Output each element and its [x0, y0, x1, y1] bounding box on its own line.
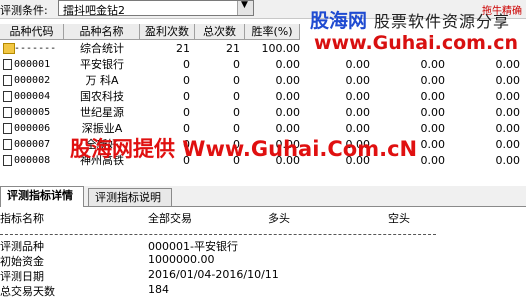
detail-label: 评测品种	[0, 240, 44, 253]
cell-name: 万 科A	[85, 74, 119, 87]
cell-total: 0	[233, 58, 240, 71]
cell-rate: 0.00	[275, 90, 301, 103]
cell-code: 000002	[14, 75, 51, 86]
cell-code: -------	[14, 43, 57, 54]
detail-divider	[0, 234, 436, 235]
tab-indicator-details[interactable]: 评测指标详情	[0, 186, 84, 207]
watermark-title: 股票软件资源分享	[374, 12, 511, 31]
cell-c6: 0.00	[345, 106, 371, 119]
detail-value: 184	[148, 283, 169, 296]
document-icon	[3, 75, 12, 86]
cell-rate: 0.00	[275, 74, 301, 87]
cell-wins: 0	[183, 74, 190, 87]
cell-total: 0	[233, 74, 240, 87]
document-icon	[3, 91, 12, 102]
table-row[interactable]: 000001 平安银行 0 0 0.00 0.00 0.00 0.00	[0, 57, 526, 73]
detail-value: 1000000.00	[148, 253, 215, 266]
dropdown-button[interactable]: ▼	[237, 0, 253, 15]
condition-label: 评测条件:	[0, 4, 48, 17]
cell-rate: 0.00	[275, 106, 301, 119]
detail-row: 初始资金 1000000.00	[0, 253, 526, 268]
cell-c8: 0.00	[495, 58, 521, 71]
col-header-rate[interactable]: 胜率(%)	[245, 24, 300, 40]
cell-rate: 100.00	[261, 42, 301, 55]
cell-wins: 0	[183, 90, 190, 103]
cell-wins: 0	[183, 106, 190, 119]
document-icon	[3, 139, 12, 150]
detail-col-short: 空头	[388, 212, 410, 225]
cell-c6: 0.00	[345, 58, 371, 71]
watermark-banner: 股海网 股票软件资源分享 www.Guhai.com.cn	[308, 2, 524, 54]
detail-value: 000001-平安银行	[148, 240, 238, 253]
tab-indicator-help[interactable]: 评测指标说明	[88, 188, 172, 206]
cell-code: 000007	[14, 139, 51, 150]
col-header-wins[interactable]: 盈利次数	[140, 24, 195, 40]
table-row[interactable]: 000002 万 科A 0 0 0.00 0.00 0.00 0.00	[0, 73, 526, 89]
detail-label: 评测日期	[0, 270, 44, 283]
document-icon	[3, 123, 12, 134]
detail-label: 总交易天数	[0, 285, 55, 298]
cell-c6: 0.00	[345, 90, 371, 103]
cell-c8: 0.00	[495, 106, 521, 119]
table-row[interactable]: 000005 世纪星源 0 0 0.00 0.00 0.00 0.00	[0, 105, 526, 121]
col-header-total[interactable]: 总次数	[195, 24, 245, 40]
cell-total: 21	[226, 42, 240, 55]
cell-code: 000006	[14, 123, 51, 134]
cell-code: 000008	[14, 155, 51, 166]
cell-total: 0	[233, 106, 240, 119]
cell-name: 国农科技	[80, 90, 124, 103]
col-header-name[interactable]: 品种名称	[64, 24, 140, 40]
cell-name: 世纪星源	[80, 106, 124, 119]
watermark-overlay: 股海网提供 Www.Guhai.Com.cN	[70, 137, 418, 161]
cell-c7: 0.00	[420, 90, 446, 103]
cell-c8: 0.00	[495, 154, 521, 167]
cell-code: 000005	[14, 107, 51, 118]
cell-c6: 0.00	[345, 74, 371, 87]
detail-label: 初始资金	[0, 255, 44, 268]
grid-header: 品种代码 品种名称 盈利次数 总次数 胜率(%)	[0, 24, 310, 41]
cell-c8: 0.00	[495, 74, 521, 87]
document-icon	[3, 155, 12, 166]
cell-code: 000001	[14, 59, 51, 70]
cell-c7: 0.00	[420, 74, 446, 87]
cell-code: 000004	[14, 91, 51, 102]
document-icon	[3, 107, 12, 118]
detail-row: 总交易天数 184	[0, 283, 526, 298]
watermark-url: www.Guhai.com.cn	[314, 32, 518, 54]
detail-col-all: 全部交易	[148, 212, 192, 225]
condition-value: 擂抖吧金钻2	[63, 4, 125, 17]
cell-total: 0	[233, 90, 240, 103]
detail-header: 指标名称 全部交易 多头 空头	[0, 210, 526, 226]
condition-select[interactable]: 擂抖吧金钻2 ▼	[58, 0, 254, 17]
detail-row: 评测日期 2016/01/04-2016/10/11	[0, 268, 526, 283]
cell-wins: 21	[176, 42, 190, 55]
cell-c7: 0.00	[420, 106, 446, 119]
cell-c7: 0.00	[420, 58, 446, 71]
watermark-logo: 股海网	[310, 10, 368, 32]
cell-rate: 0.00	[275, 58, 301, 71]
cell-name: 综合统计	[80, 42, 124, 55]
cell-c8: 0.00	[495, 90, 521, 103]
detail-value: 2016/01/04-2016/10/11	[148, 268, 279, 281]
chevron-down-icon: ▼	[241, 0, 248, 10]
cell-c8: 0.00	[495, 138, 521, 151]
cell-c8: 0.00	[495, 122, 521, 135]
detail-col-name: 指标名称	[0, 212, 44, 225]
detail-col-long: 多头	[268, 212, 290, 225]
detail-row: 评测品种 000001-平安银行	[0, 238, 526, 253]
col-header-code[interactable]: 品种代码	[0, 24, 64, 40]
cell-wins: 0	[183, 58, 190, 71]
table-row[interactable]: 000004 国农科技 0 0 0.00 0.00 0.00 0.00	[0, 89, 526, 105]
cell-name: 平安银行	[80, 58, 124, 71]
document-icon	[3, 59, 12, 70]
detail-tabs: 评测指标详情 评测指标说明	[0, 186, 526, 207]
